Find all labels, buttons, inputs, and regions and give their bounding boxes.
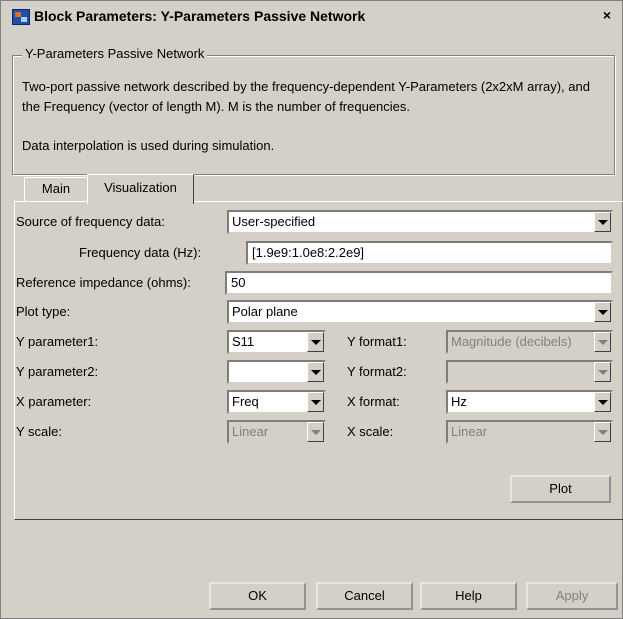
y-format1-value: Magnitude (decibels) — [451, 334, 572, 349]
y-parameter1-value: S11 — [232, 334, 255, 349]
x-scale-value: Linear — [451, 424, 488, 439]
group-title: Y-Parameters Passive Network — [22, 46, 208, 61]
chevron-down-icon[interactable] — [307, 392, 324, 412]
chevron-down-icon[interactable] — [307, 362, 324, 382]
y-parameter2-select[interactable] — [227, 360, 326, 384]
source-frequency-label: Source of frequency data: — [16, 214, 165, 229]
chevron-down-icon[interactable] — [594, 392, 611, 412]
x-scale-label: X scale: — [347, 424, 394, 439]
y-format1-label: Y format1: — [347, 334, 407, 349]
plot-button[interactable]: Plot — [510, 475, 611, 503]
tab-main[interactable]: Main — [24, 177, 88, 202]
plot-type-value: Polar plane — [232, 304, 298, 319]
y-parameter1-label: Y parameter1: — [16, 334, 99, 349]
x-format-label: X format: — [347, 394, 400, 409]
chevron-down-icon[interactable] — [307, 332, 324, 352]
x-parameter-select[interactable]: Freq — [227, 390, 326, 414]
chevron-down-icon — [594, 362, 611, 382]
reference-impedance-label: Reference impedance (ohms): — [16, 275, 191, 290]
y-parameter1-select[interactable]: S11 — [227, 330, 326, 354]
simulink-block-icon — [12, 9, 30, 25]
block-description: Two-port passive network described by th… — [22, 79, 590, 114]
x-parameter-label: X parameter: — [16, 394, 92, 409]
title-bar[interactable]: Block Parameters: Y-Parameters Passive N… — [4, 4, 619, 28]
chevron-down-icon — [307, 422, 324, 442]
ok-button[interactable]: OK — [209, 582, 306, 610]
chevron-down-icon — [594, 332, 611, 352]
frequency-data-field[interactable]: [1.9e9:1.0e8:2.2e9] — [246, 241, 613, 265]
apply-button: Apply — [526, 582, 618, 610]
y-parameter2-label: Y parameter2: — [16, 364, 99, 379]
help-button[interactable]: Help — [420, 582, 517, 610]
chevron-down-icon[interactable] — [594, 212, 611, 232]
y-scale-select: Linear — [227, 420, 326, 444]
x-parameter-value: Freq — [232, 394, 259, 409]
frequency-data-label: Frequency data (Hz): — [79, 245, 202, 260]
window-title: Block Parameters: Y-Parameters Passive N… — [34, 8, 366, 24]
cancel-button[interactable]: Cancel — [316, 582, 413, 610]
y-scale-label: Y scale: — [16, 424, 63, 439]
tab-visualization[interactable]: Visualization — [87, 174, 194, 204]
y-format2-select — [446, 360, 613, 384]
y-scale-value: Linear — [232, 424, 269, 439]
reference-impedance-field[interactable]: 50 — [225, 271, 613, 295]
close-button[interactable]: × — [598, 7, 616, 24]
chevron-down-icon — [594, 422, 611, 442]
source-frequency-value: User-specified — [232, 214, 316, 229]
y-format1-select: Magnitude (decibels) — [446, 330, 613, 354]
block-parameters-dialog: Block Parameters: Y-Parameters Passive N… — [0, 0, 623, 619]
interpolation-note: Data interpolation is used during simula… — [22, 138, 275, 153]
source-frequency-select[interactable]: User-specified — [227, 210, 613, 234]
plot-type-select[interactable]: Polar plane — [227, 300, 613, 324]
x-format-select[interactable]: Hz — [446, 390, 613, 414]
x-scale-select: Linear — [446, 420, 613, 444]
chevron-down-icon[interactable] — [594, 302, 611, 322]
x-format-value: Hz — [451, 394, 467, 409]
y-format2-label: Y format2: — [347, 364, 407, 379]
plot-type-label: Plot type: — [16, 304, 71, 319]
